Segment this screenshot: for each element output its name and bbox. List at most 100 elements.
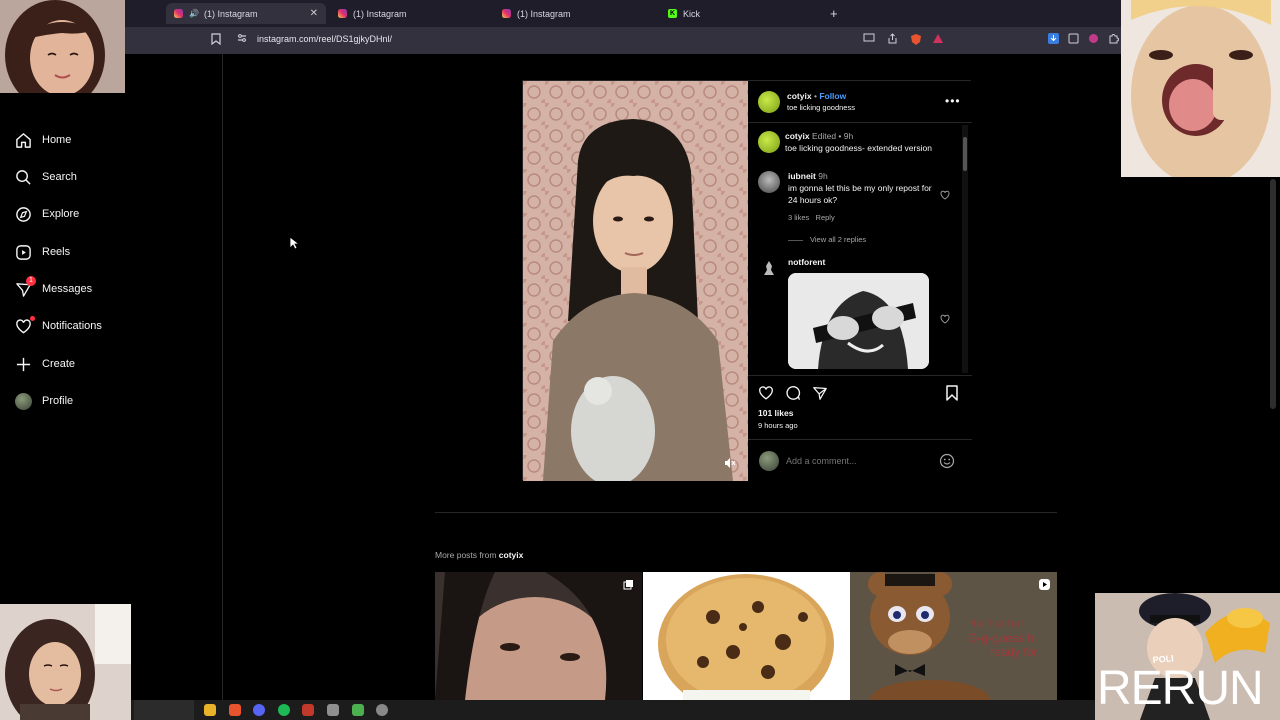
comment-username[interactable]: iubneit [788, 171, 816, 181]
avatar[interactable] [758, 91, 780, 113]
webcam-overlay [1121, 0, 1280, 177]
unread-badge: 1 [26, 276, 36, 286]
extension-icon[interactable] [1066, 33, 1080, 47]
comments-panel: cotyix • Follow toe licking goodness •••… [748, 81, 972, 481]
more-options-icon[interactable]: ••• [945, 94, 961, 108]
comment-username[interactable]: notforent [788, 257, 825, 267]
folder-icon[interactable] [204, 704, 216, 716]
avatar[interactable] [760, 259, 778, 277]
comments-scrollbar[interactable] [962, 125, 968, 373]
browser-tab[interactable]: K Kick [660, 3, 820, 24]
url-field[interactable]: instagram.com/reel/DS1gjkyDHnl/ [257, 34, 392, 44]
avatar[interactable] [758, 131, 780, 153]
divider [748, 375, 972, 376]
brave-rewards-icon[interactable] [931, 33, 945, 47]
notification-dot [30, 316, 35, 321]
reel-icon [1039, 579, 1050, 590]
share-icon[interactable] [812, 385, 828, 401]
svg-text:ready for: ready for [990, 645, 1037, 659]
comment-input[interactable] [786, 453, 936, 469]
kick-icon: K [668, 9, 677, 18]
browser-tab[interactable]: 🔊 (1) Instagram ✕ [166, 3, 326, 24]
comment-image[interactable] [788, 273, 929, 369]
instagram-icon [502, 9, 511, 18]
reel-post: cotyix • Follow toe licking goodness •••… [522, 80, 972, 481]
sidebar-item-label: Messages [42, 283, 93, 295]
bookmark-icon[interactable] [209, 33, 223, 47]
brave-icon[interactable] [229, 704, 241, 716]
taskbar-search[interactable] [134, 700, 194, 720]
sidebar-item-create[interactable]: Create [15, 353, 75, 375]
comment-icon[interactable] [785, 385, 801, 401]
caption-username[interactable]: cotyix [785, 131, 810, 141]
divider [748, 122, 972, 123]
likes-count[interactable]: 101 likes [758, 407, 793, 419]
view-replies-button[interactable]: View all 2 replies [810, 234, 866, 246]
avatar[interactable] [758, 171, 780, 193]
reply-button[interactable]: Reply [816, 213, 835, 222]
sidebar-item-explore[interactable]: Explore [15, 203, 79, 225]
sidebar-item-home[interactable]: Home [15, 129, 71, 151]
compass-icon [16, 206, 31, 222]
sidebar-item-notifications[interactable]: Notifications [15, 315, 102, 337]
follow-button[interactable]: Follow [819, 91, 846, 101]
site-settings-icon[interactable] [235, 33, 249, 47]
instagram-icon [338, 9, 347, 18]
post-thumbnail[interactable]: Hur hur hur G-g-guess h ready for [850, 572, 1057, 700]
scroll-thumb[interactable] [963, 137, 967, 171]
more-posts-label: More posts from [435, 550, 497, 560]
svg-text:G-g-guess h: G-g-guess h [968, 631, 1034, 645]
avatar [759, 451, 779, 471]
sidebar-item-label: Create [42, 358, 76, 370]
replies-line [788, 240, 803, 241]
emoji-icon[interactable] [939, 453, 955, 469]
plus-icon [16, 357, 31, 371]
tab-title: (1) Instagram [517, 8, 571, 19]
webcam-overlay: POLI RERUN [1095, 593, 1280, 720]
reel-video[interactable] [523, 81, 748, 481]
notepad-icon[interactable] [327, 704, 339, 716]
more-posts-username[interactable]: cotyix [499, 550, 524, 560]
post-audio[interactable]: toe licking goodness [787, 102, 855, 114]
video-frame [523, 81, 748, 481]
share-icon[interactable] [885, 33, 899, 47]
svg-text:Hur hur hur: Hur hur hur [968, 618, 1024, 630]
like-icon[interactable] [758, 385, 774, 401]
like-comment-icon[interactable] [940, 314, 950, 324]
page-scrollbar[interactable] [1270, 179, 1276, 409]
sidebar-item-reels[interactable]: Reels [15, 241, 70, 263]
caption-meta: Edited • 9h [811, 131, 854, 141]
instagram-page: Home Search Explore Reels 1 Messages Not… [0, 54, 1280, 700]
sidebar-item-search[interactable]: Search [15, 166, 77, 188]
browser-tab[interactable]: (1) Instagram [330, 3, 490, 24]
extension-icon[interactable] [1086, 33, 1100, 47]
post-thumbnail[interactable] [643, 572, 850, 700]
section-divider [435, 512, 1057, 513]
discord-icon[interactable] [253, 704, 265, 716]
brave-shield-icon[interactable] [909, 33, 923, 47]
rerun-label: RERUN [1097, 662, 1264, 715]
new-tab-button[interactable]: + [822, 3, 846, 24]
spotify-icon[interactable] [278, 704, 290, 716]
mute-icon[interactable] [724, 457, 736, 469]
search-icon [16, 169, 31, 185]
close-icon[interactable]: ✕ [310, 8, 318, 19]
comment-likes[interactable]: 3 likes [788, 213, 809, 222]
post-thumbnail[interactable] [435, 572, 642, 700]
save-icon[interactable] [945, 385, 959, 401]
webcam-overlay [0, 604, 131, 720]
more-posts-heading: More posts from cotyix [435, 550, 523, 560]
puzzle-icon[interactable] [1106, 33, 1120, 47]
taskbar [0, 700, 1280, 720]
browser-tab[interactable]: (1) Instagram [494, 3, 654, 24]
sidebar-item-profile[interactable]: Profile [15, 390, 73, 412]
obs-icon[interactable] [376, 704, 388, 716]
app-icon[interactable] [302, 704, 314, 716]
sidebar-item-messages[interactable]: 1 Messages [15, 276, 93, 300]
like-comment-icon[interactable] [940, 190, 950, 200]
cast-icon[interactable] [862, 33, 876, 47]
minecraft-icon[interactable] [352, 704, 364, 716]
post-username[interactable]: cotyix [787, 91, 812, 101]
sidebar-item-label: Profile [42, 395, 74, 407]
download-icon[interactable] [1046, 33, 1060, 47]
